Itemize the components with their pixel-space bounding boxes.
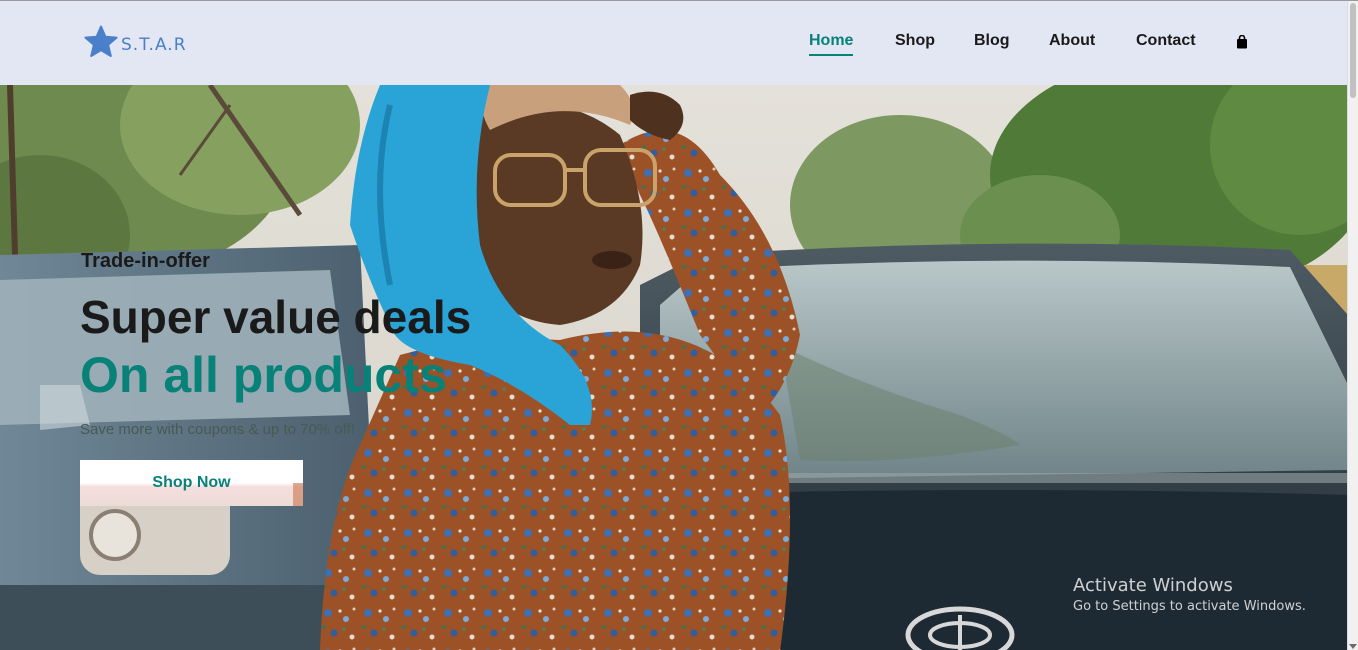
hero-headline: Super value deals [80,291,472,343]
nav-item-about[interactable]: About [1049,32,1095,50]
nav-item-home[interactable]: Home [809,32,854,56]
watermark-title: Activate Windows [1073,575,1233,596]
hero-banner: Trade-in-offer Super value deals On all … [0,85,1348,650]
watermark-subtitle: Go to Settings to activate Windows. [1073,599,1306,614]
nav-item-shop[interactable]: Shop [895,32,935,50]
page-scrollbar[interactable] [1347,1,1358,650]
hero-headline-accent: On all products [80,347,447,403]
scrollbar-thumb[interactable] [1350,3,1356,98]
nav-item-contact[interactable]: Contact [1136,32,1196,50]
shop-now-button[interactable]: Shop Now [80,460,303,506]
site-header: S.T.A.R Home Shop Blog About Contact [0,1,1348,85]
hero-eyebrow: Trade-in-offer [81,250,210,272]
cart-button[interactable] [1236,34,1248,54]
nav-item-blog[interactable]: Blog [974,32,1010,50]
shopping-bag-icon [1237,34,1247,49]
scroll-down-arrow-icon[interactable] [1349,644,1357,649]
hero-subtext: Save more with coupons & up to 70% off! [80,421,355,438]
main-nav: Home Shop Blog About Contact [0,32,1348,62]
activate-windows-watermark: Activate Windows Go to Settings to activ… [1073,575,1306,614]
page: S.T.A.R Home Shop Blog About Contact Tra… [0,0,1358,650]
